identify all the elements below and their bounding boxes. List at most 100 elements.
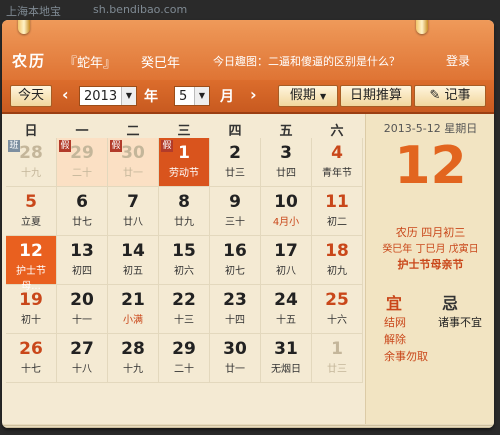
chevron-right-icon[interactable]: ›	[250, 85, 257, 104]
day-cell[interactable]: 班 28 十九	[6, 138, 57, 187]
month-grid: 日 一 二 三 四 五 六 班 28 十九假 29 二十假 30 廿一假 1 劳动节 2 廿三 3 廿四…	[6, 114, 363, 424]
workday-badge: 班	[8, 140, 20, 152]
holiday-badge: 假	[110, 140, 122, 152]
day-cell[interactable]: 6 廿七	[57, 187, 108, 236]
day-number: 22	[172, 290, 196, 310]
daily-fun-link[interactable]: 今日趣图：二逼和傻逼的区别是什么？	[213, 53, 400, 69]
weekday-header: 五	[279, 124, 293, 139]
day-cell[interactable]: 11 初二	[312, 187, 363, 236]
day-cell[interactable]: 14 初五	[108, 236, 159, 285]
day-cell[interactable]: 13 初四	[57, 236, 108, 285]
day-cell[interactable]: 21 小满	[108, 285, 159, 334]
day-cell[interactable]: 16 初七	[210, 236, 261, 285]
day-number: 29	[172, 339, 196, 359]
day-cell[interactable]: 假 30 廿一	[108, 138, 159, 187]
lunar-label: 十九	[123, 364, 143, 375]
day-cell[interactable]: 27 十八	[57, 334, 108, 383]
selected-date: 2013-5-12 星期日	[383, 122, 478, 135]
day-cell[interactable]: 1 廿三	[312, 334, 363, 383]
lunar-label: 二十	[174, 364, 194, 375]
weekday-header: 二	[126, 124, 140, 139]
day-cell[interactable]: 28 十九	[108, 334, 159, 383]
year-select-value: 2013	[84, 89, 118, 104]
month-select[interactable]: 5 ▼	[174, 86, 210, 106]
login-link[interactable]: 登录	[446, 52, 470, 69]
day-number: 20	[70, 290, 94, 310]
weekday-header: 日	[24, 124, 38, 139]
day-cell[interactable]: 5 立夏	[6, 187, 57, 236]
lunar-label: 十六	[327, 315, 347, 326]
lunar-label: 廿一	[123, 168, 143, 179]
day-cell[interactable]: 9 三十	[210, 187, 261, 236]
day-number: 23	[223, 290, 247, 310]
day-cell[interactable]: 29 二十	[159, 334, 210, 383]
day-cell[interactable]: 3 廿四	[261, 138, 312, 187]
day-number: 2	[229, 143, 241, 163]
day-cell[interactable]: 22 十三	[159, 285, 210, 334]
day-cell[interactable]: 2 廿三	[210, 138, 261, 187]
lunar-label: 十九	[21, 168, 41, 179]
day-cell[interactable]: 23 十四	[210, 285, 261, 334]
weekday-header: 三	[177, 124, 191, 139]
binder-ring-right	[416, 20, 428, 34]
lunar-label: 初九	[327, 266, 347, 277]
day-number: 3	[280, 143, 292, 163]
chevron-left-icon[interactable]: ‹	[62, 85, 69, 104]
weekday-header: 四	[228, 124, 242, 139]
day-cell[interactable]: 15 初六	[159, 236, 210, 285]
day-cell[interactable]: 7 廿八	[108, 187, 159, 236]
lunar-label: 十八	[72, 364, 92, 375]
today-button[interactable]: 今天	[10, 85, 52, 107]
day-cell[interactable]: 25 十六	[312, 285, 363, 334]
date-calc-button[interactable]: 日期推算	[340, 85, 412, 107]
day-cell[interactable]: 4 青年节	[312, 138, 363, 187]
day-number: 25	[325, 290, 349, 310]
day-number: 10	[274, 192, 298, 212]
day-cell[interactable]: 10 4月小	[261, 187, 312, 236]
lunar-label: 初四	[72, 266, 92, 277]
day-cell[interactable]: 17 初八	[261, 236, 312, 285]
day-number: 15	[172, 241, 196, 261]
day-cell[interactable]: 18 初九	[312, 236, 363, 285]
lunar-label: 廿三	[327, 364, 347, 375]
day-cell[interactable]: 19 初十	[6, 285, 57, 334]
day-cell[interactable]: 26 十七	[6, 334, 57, 383]
pencil-note-icon: ✎	[429, 88, 441, 103]
app-title: 农历	[12, 52, 47, 70]
holidays-label: 假期	[289, 88, 316, 103]
toolbar: 今天 ‹ 2013 ▼ 年 5 ▼ 月 › 假期 ▼ 日期推算 ✎ 记事	[2, 80, 494, 114]
day-cell[interactable]: 假 1 劳动节	[159, 138, 210, 187]
zodiac-year: 『蛇年』	[64, 56, 117, 71]
page-stack-edge	[2, 424, 494, 428]
year-select[interactable]: 2013 ▼	[79, 86, 137, 106]
day-number: 18	[325, 241, 349, 261]
day-number: 28	[121, 339, 145, 359]
ganzhi-year: 癸巳年	[141, 56, 181, 71]
day-cell[interactable]: 20 十一	[57, 285, 108, 334]
calendar-header: 农历 『蛇年』 癸巳年 今日趣图：二逼和傻逼的区别是什么？ 登录	[2, 20, 494, 80]
day-number: 31	[274, 339, 298, 359]
day-cell[interactable]: 24 十五	[261, 285, 312, 334]
day-cell[interactable]: 31 无烟日	[261, 334, 312, 383]
lunar-label: 青年节	[322, 168, 352, 179]
festival-text: 护士节母亲节	[397, 258, 464, 271]
lunar-label: 廿一	[225, 364, 245, 375]
holidays-dropdown[interactable]: 假期 ▼	[278, 85, 338, 107]
day-cell[interactable]: 假 29 二十	[57, 138, 108, 187]
lunar-label: 廿八	[123, 217, 143, 228]
lunar-label: 劳动节	[169, 168, 199, 179]
day-number: 21	[121, 290, 145, 310]
yi-label: 宜	[386, 294, 403, 313]
day-number: 12	[19, 241, 43, 261]
lunar-label: 初十	[21, 315, 41, 326]
day-cell[interactable]: 8 廿九	[159, 187, 210, 236]
notes-button[interactable]: ✎ 记事	[414, 85, 486, 107]
lunar-label: 廿三	[225, 168, 245, 179]
lunar-label: 初二	[327, 217, 347, 228]
watermark-site: 上海本地宝	[6, 5, 61, 18]
day-cell[interactable]: 12 护士节 母...	[6, 236, 57, 292]
big-day-number: 12	[394, 136, 467, 196]
notes-label: 记事	[444, 88, 471, 103]
day-cell[interactable]: 30 廿一	[210, 334, 261, 383]
weekday-header: 六	[330, 124, 344, 139]
